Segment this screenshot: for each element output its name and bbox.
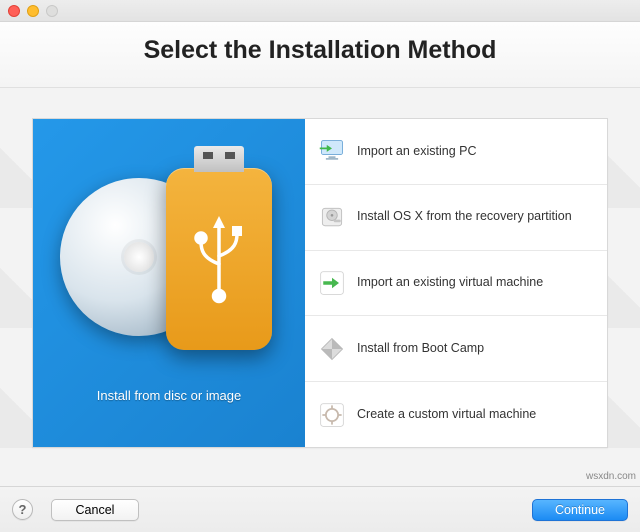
option-import-existing-pc[interactable]: Import an existing PC — [305, 119, 607, 185]
option-label: Import an existing PC — [357, 144, 595, 160]
hard-drive-icon — [317, 202, 347, 232]
minimize-window-icon[interactable] — [27, 5, 39, 17]
option-label: Install from Boot Camp — [357, 341, 595, 357]
boot-camp-icon — [317, 334, 347, 364]
content-area: Install from disc or image Import an exi… — [0, 88, 640, 498]
option-label: Install OS X from the recovery partition — [357, 209, 595, 225]
help-button[interactable]: ? — [12, 499, 33, 520]
custom-vm-icon — [317, 400, 347, 430]
window-titlebar — [0, 0, 640, 22]
option-label: Import an existing virtual machine — [357, 275, 595, 291]
usb-connector-icon — [194, 146, 244, 172]
method-panel: Install from disc or image Import an exi… — [32, 118, 608, 448]
cancel-button[interactable]: Cancel — [51, 499, 139, 521]
page-title: Select the Installation Method — [20, 36, 620, 65]
disc-usb-illustration — [54, 160, 284, 360]
close-window-icon[interactable] — [8, 5, 20, 17]
options-list: Import an existing PC Install OS X from … — [305, 119, 607, 447]
continue-button[interactable]: Continue — [532, 499, 628, 521]
usb-symbol-icon — [189, 214, 249, 304]
maximize-window-icon — [46, 5, 58, 17]
option-install-boot-camp[interactable]: Install from Boot Camp — [305, 316, 607, 382]
watermark-text: wsxdn.com — [586, 471, 636, 482]
option-label: Create a custom virtual machine — [357, 407, 595, 423]
option-install-from-disc[interactable]: Install from disc or image — [33, 119, 305, 447]
option-import-existing-vm[interactable]: Import an existing virtual machine — [305, 251, 607, 317]
footer-toolbar: ? Cancel Continue — [0, 486, 640, 532]
header: Select the Installation Method — [0, 22, 640, 88]
option-install-from-disc-label: Install from disc or image — [97, 388, 242, 403]
monitor-import-icon — [317, 136, 347, 166]
option-create-custom-vm[interactable]: Create a custom virtual machine — [305, 382, 607, 447]
usb-drive-icon — [166, 168, 272, 350]
option-install-osx-recovery[interactable]: Install OS X from the recovery partition — [305, 185, 607, 251]
import-vm-icon — [317, 268, 347, 298]
